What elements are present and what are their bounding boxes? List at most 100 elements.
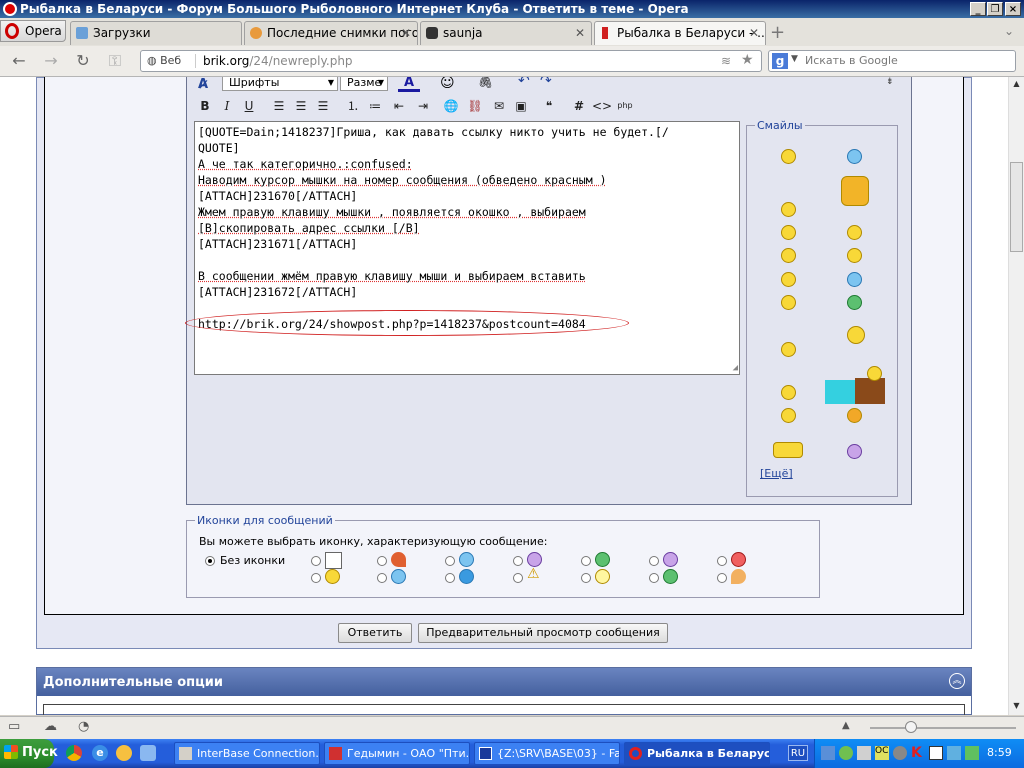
task-far[interactable]: {Z:\SRV\BASE\03} - Far [474, 742, 620, 765]
smiley-eek-icon[interactable] [847, 248, 862, 263]
task-interbase[interactable]: InterBase Connection... [174, 742, 320, 765]
speed-dial-icon[interactable]: ◔ [78, 719, 89, 734]
tray-network-icon[interactable] [821, 746, 835, 760]
smiley-devil-icon[interactable] [781, 342, 796, 357]
smiley-menu-icon[interactable]: ☺ [440, 77, 455, 91]
key-icon[interactable]: ⚿ [104, 51, 126, 71]
language-indicator[interactable]: RU [788, 745, 808, 761]
opera-menu-button[interactable]: Opera [0, 20, 66, 42]
smiley-mad-icon[interactable] [781, 202, 796, 217]
restore-button[interactable]: ❐ [987, 2, 1003, 16]
icon-radio[interactable] [311, 573, 321, 583]
smiley-grin-green-icon[interactable] [847, 295, 862, 310]
tray-oc-icon[interactable]: OC [875, 746, 889, 760]
tab-forum[interactable]: Рыбалка в Беларуси - ... ✕ [594, 21, 766, 45]
html-code-icon[interactable]: <> [592, 97, 612, 115]
turbo-icon[interactable]: ☁ [44, 719, 57, 734]
smiley-kiss-icon[interactable] [847, 444, 862, 459]
collapse-icon[interactable]: ︽ [949, 673, 965, 689]
align-center-icon[interactable]: ☰ [292, 97, 310, 115]
desktop-icon[interactable] [140, 745, 156, 761]
icon-radio[interactable] [513, 556, 523, 566]
font-select[interactable]: Шрифты ▼ [222, 77, 338, 91]
tray-volume-icon[interactable] [857, 746, 871, 760]
size-select[interactable]: Разме ▼ [340, 77, 388, 91]
close-tab-icon[interactable]: ✕ [749, 22, 759, 44]
icon-radio[interactable] [649, 556, 659, 566]
redo-icon[interactable]: ↷ [540, 77, 552, 89]
tab-downloads[interactable]: Загрузки [70, 21, 242, 45]
tray-disk-icon[interactable] [893, 746, 907, 760]
icon-radio[interactable] [377, 573, 387, 583]
smiley-evil-icon[interactable] [847, 408, 862, 423]
extra-options-header[interactable]: Дополнительные опции [37, 668, 971, 696]
attach-icon[interactable]: 🖇 [478, 77, 493, 89]
task-gedymin[interactable]: Гедымин - ОАО "Пти... [324, 742, 470, 765]
icon-radio[interactable] [717, 556, 727, 566]
close-tab-icon[interactable]: ✕ [575, 22, 585, 44]
smiley-fishing-icon[interactable] [825, 366, 885, 404]
close-tab-icon[interactable]: ✕ [401, 22, 411, 44]
smiley-accordion-icon[interactable] [841, 176, 869, 206]
text-color-icon[interactable]: A [398, 77, 420, 92]
task-opera[interactable]: Рыбалка в Беларус... [624, 742, 770, 765]
remove-link-icon[interactable]: ⛓ [466, 97, 484, 115]
zoom-slider[interactable] [870, 727, 1016, 729]
icon-radio[interactable] [445, 556, 455, 566]
indent-icon[interactable]: ⇥ [414, 97, 432, 115]
more-smilies-link[interactable]: [Ещё] [760, 467, 793, 480]
smiley-confused-icon[interactable] [847, 149, 862, 164]
undo-icon[interactable]: ↶ [518, 77, 530, 89]
insert-image-icon[interactable]: ▣ [512, 97, 530, 115]
tray-grid-icon[interactable] [929, 746, 943, 760]
quote-icon[interactable]: ❝ [540, 97, 558, 115]
insert-email-icon[interactable]: ✉ [490, 97, 508, 115]
php-code-icon[interactable]: php [616, 97, 634, 115]
tray-app-icon[interactable] [839, 746, 853, 760]
smiley-sunglasses-icon[interactable] [781, 295, 796, 310]
minimize-button[interactable]: _ [970, 2, 986, 16]
smiley-unsure-icon[interactable] [781, 385, 796, 400]
submit-reply-button[interactable]: Ответить [338, 623, 412, 643]
zoom-slider-handle[interactable] [905, 721, 917, 733]
icon-radio[interactable] [445, 573, 455, 583]
forward-button[interactable]: → [40, 51, 62, 71]
align-right-icon[interactable]: ☰ [314, 97, 332, 115]
icon-radio[interactable] [581, 573, 591, 583]
smiley-cool-blue-icon[interactable] [847, 272, 862, 287]
icon-radio[interactable] [649, 573, 659, 583]
rss-icon[interactable]: ≋ [721, 54, 731, 68]
tray-safely-remove-icon[interactable] [965, 746, 979, 760]
smiley-frown-icon[interactable] [781, 149, 796, 164]
media-player-icon[interactable] [116, 745, 132, 761]
ordered-list-icon[interactable]: ⒈ [344, 97, 362, 115]
italic-button[interactable]: I [218, 97, 236, 115]
tab-menu-icon[interactable]: ⌄ [1004, 24, 1014, 38]
page-scrollbar[interactable]: ▲ ▼ [1008, 77, 1024, 715]
view-icon[interactable]: ▲ [842, 720, 850, 731]
smiley-blink-icon[interactable] [781, 408, 796, 423]
icon-radio[interactable] [717, 573, 727, 583]
chevron-down-icon[interactable]: ▼ [791, 54, 798, 64]
smiley-biggrin-icon[interactable] [781, 248, 796, 263]
icon-radio[interactable] [513, 573, 523, 583]
resize-grip-icon[interactable]: ◢ [733, 363, 738, 373]
close-window-button[interactable]: × [1005, 2, 1021, 16]
back-button[interactable]: ← [8, 51, 30, 71]
google-icon[interactable]: g [772, 53, 788, 69]
bold-button[interactable]: B [196, 97, 214, 115]
resize-toolbar-icon[interactable]: ⇟ [886, 77, 894, 87]
smiley-smile-icon[interactable] [847, 225, 862, 240]
ie-icon[interactable]: e [92, 745, 108, 761]
scrollbar-thumb[interactable] [1010, 162, 1023, 252]
preview-button[interactable]: Предварительный просмотр сообщения [418, 623, 668, 643]
scroll-up-icon[interactable]: ▲ [1010, 77, 1023, 91]
chrome-icon[interactable] [66, 745, 82, 761]
scroll-down-icon[interactable]: ▼ [1010, 699, 1023, 713]
bookmark-star-icon[interactable]: ★ [741, 52, 754, 68]
code-hash-icon[interactable]: # [570, 97, 588, 115]
tray-kaspersky-icon[interactable]: K [911, 745, 922, 761]
insert-link-icon[interactable]: 🌐 [442, 97, 460, 115]
new-tab-button[interactable]: + [770, 22, 785, 43]
smiley-tongue-icon[interactable] [781, 225, 796, 240]
